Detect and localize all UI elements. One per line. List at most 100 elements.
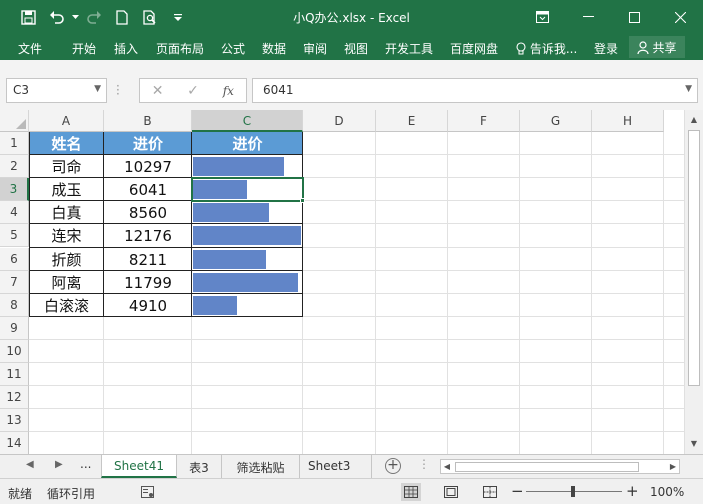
close-icon[interactable]: [657, 0, 703, 34]
maximize-icon[interactable]: [611, 0, 657, 34]
row-header-14[interactable]: 14: [0, 432, 29, 454]
tab-file[interactable]: 文件: [18, 40, 42, 57]
cell-name[interactable]: 折颜: [29, 248, 104, 271]
cell-name[interactable]: 连宋: [29, 224, 104, 247]
undo-dropdown-icon[interactable]: [70, 6, 80, 28]
table-header-cell[interactable]: 进价: [192, 132, 303, 155]
row-header-12[interactable]: 12: [0, 386, 29, 409]
column-header-a[interactable]: A: [29, 110, 104, 132]
row-header-7[interactable]: 7: [0, 271, 29, 294]
cell-name[interactable]: 白真: [29, 201, 104, 224]
worksheet-grid[interactable]: ABCDEFGH123456789101112131415姓名进价进价司命102…: [0, 110, 703, 454]
tab-baidu-netdisk[interactable]: 百度网盘: [450, 40, 498, 57]
row-header-2[interactable]: 2: [0, 155, 29, 178]
column-header-e[interactable]: E: [376, 110, 448, 132]
tab-insert[interactable]: 插入: [114, 40, 138, 57]
cell-price[interactable]: 4910: [104, 294, 192, 317]
tab-view[interactable]: 视图: [344, 40, 368, 57]
normal-view-icon[interactable]: [401, 483, 421, 501]
chevron-down-icon[interactable]: ▼: [94, 84, 101, 94]
row-header-3[interactable]: 3: [0, 178, 29, 201]
page-layout-view-icon[interactable]: [441, 483, 461, 501]
column-header-g[interactable]: G: [520, 110, 592, 132]
scroll-left-icon[interactable]: ◀: [441, 460, 453, 473]
tab-home[interactable]: 开始: [72, 40, 96, 57]
cell-price[interactable]: 6041: [104, 178, 192, 201]
select-all-corner[interactable]: [0, 110, 29, 132]
enter-icon[interactable]: ✓: [175, 83, 210, 99]
cell-price[interactable]: 10297: [104, 155, 192, 178]
horizontal-scrollbar[interactable]: ◀ ▶: [440, 459, 680, 474]
table-header-cell[interactable]: 进价: [104, 132, 192, 155]
column-header-h[interactable]: H: [592, 110, 664, 132]
macro-recording-icon[interactable]: [137, 483, 157, 501]
column-header-b[interactable]: B: [104, 110, 192, 132]
sheet-tab-sheet41[interactable]: Sheet41: [101, 455, 177, 478]
cell-name[interactable]: 阿离: [29, 271, 104, 294]
zoom-in-button[interactable]: +: [626, 482, 639, 500]
row-header-13[interactable]: 13: [0, 409, 29, 432]
cancel-icon[interactable]: ✕: [140, 83, 175, 99]
cell-price[interactable]: 8211: [104, 248, 192, 271]
row-header-8[interactable]: 8: [0, 294, 29, 317]
cell-price[interactable]: 12176: [104, 224, 192, 247]
column-header-f[interactable]: F: [448, 110, 520, 132]
sheet-tab-biao3[interactable]: 表3: [177, 455, 222, 478]
undo-icon[interactable]: [42, 6, 70, 28]
ribbon-display-icon[interactable]: [519, 0, 565, 34]
tab-data[interactable]: 数据: [262, 40, 286, 57]
tell-me-box[interactable]: 告诉我...: [516, 40, 577, 57]
sheet-tab-filter-paste[interactable]: 筛选粘贴: [222, 455, 300, 478]
vertical-scrollbar[interactable]: ▲ ▼: [684, 110, 703, 454]
next-sheet-icon[interactable]: ▶: [55, 459, 63, 470]
fill-handle[interactable]: [300, 198, 305, 203]
scroll-up-icon[interactable]: ▲: [685, 112, 703, 128]
sheet-tab-sheet3[interactable]: Sheet3: [300, 455, 372, 478]
more-sheets-button[interactable]: ...: [80, 457, 91, 471]
customize-qat-icon[interactable]: [164, 6, 192, 28]
status-circular-reference[interactable]: 循环引用: [47, 485, 95, 502]
tab-review[interactable]: 审阅: [303, 40, 327, 57]
zoom-out-button[interactable]: −: [511, 482, 524, 500]
row-header-11[interactable]: 11: [0, 363, 29, 386]
cell-price[interactable]: 8560: [104, 201, 192, 224]
share-button[interactable]: 共享: [629, 36, 685, 58]
vertical-scroll-thumb[interactable]: [688, 130, 700, 386]
zoom-level[interactable]: 100%: [650, 485, 684, 499]
row-header-5[interactable]: 5: [0, 224, 29, 247]
column-header-d[interactable]: D: [303, 110, 376, 132]
scroll-down-icon[interactable]: ▼: [685, 436, 703, 452]
zoom-slider-thumb[interactable]: [571, 486, 575, 497]
column-header-c[interactable]: C: [192, 110, 303, 132]
row-header-6[interactable]: 6: [0, 248, 29, 271]
login-link[interactable]: 登录: [594, 40, 618, 57]
print-preview-icon[interactable]: [136, 6, 164, 28]
tab-developer[interactable]: 开发工具: [385, 40, 433, 57]
cell-name[interactable]: 白滚滚: [29, 294, 104, 317]
horizontal-scroll-thumb[interactable]: [455, 462, 639, 472]
row-header-4[interactable]: 4: [0, 201, 29, 224]
scroll-right-icon[interactable]: ▶: [667, 460, 679, 473]
row-header-10[interactable]: 10: [0, 340, 29, 363]
save-icon[interactable]: [14, 6, 42, 28]
tab-split-grip-icon[interactable]: ⋮: [418, 457, 430, 471]
row-header-9[interactable]: 9: [0, 317, 29, 340]
formula-input[interactable]: 6041 ▼: [252, 78, 698, 103]
cell-name[interactable]: 司命: [29, 155, 104, 178]
expand-formula-icon[interactable]: ▼: [685, 84, 692, 94]
tab-page-layout[interactable]: 页面布局: [156, 40, 204, 57]
table-header-cell[interactable]: 姓名: [29, 132, 104, 155]
cell-price[interactable]: 11799: [104, 271, 192, 294]
minimize-icon[interactable]: [565, 0, 611, 34]
add-sheet-icon[interactable]: +: [385, 458, 401, 474]
cell-name[interactable]: 成玉: [29, 178, 104, 201]
insert-function-icon[interactable]: fx: [211, 84, 246, 98]
tab-formulas[interactable]: 公式: [221, 40, 245, 57]
prev-sheet-icon[interactable]: ◀: [26, 459, 34, 470]
formula-bar-grip-icon[interactable]: · · ·: [116, 80, 120, 100]
redo-icon[interactable]: [80, 6, 108, 28]
row-header-1[interactable]: 1: [0, 132, 29, 155]
page-break-view-icon[interactable]: [480, 483, 500, 501]
new-file-icon[interactable]: [108, 6, 136, 28]
name-box[interactable]: C3 ▼: [6, 78, 107, 103]
